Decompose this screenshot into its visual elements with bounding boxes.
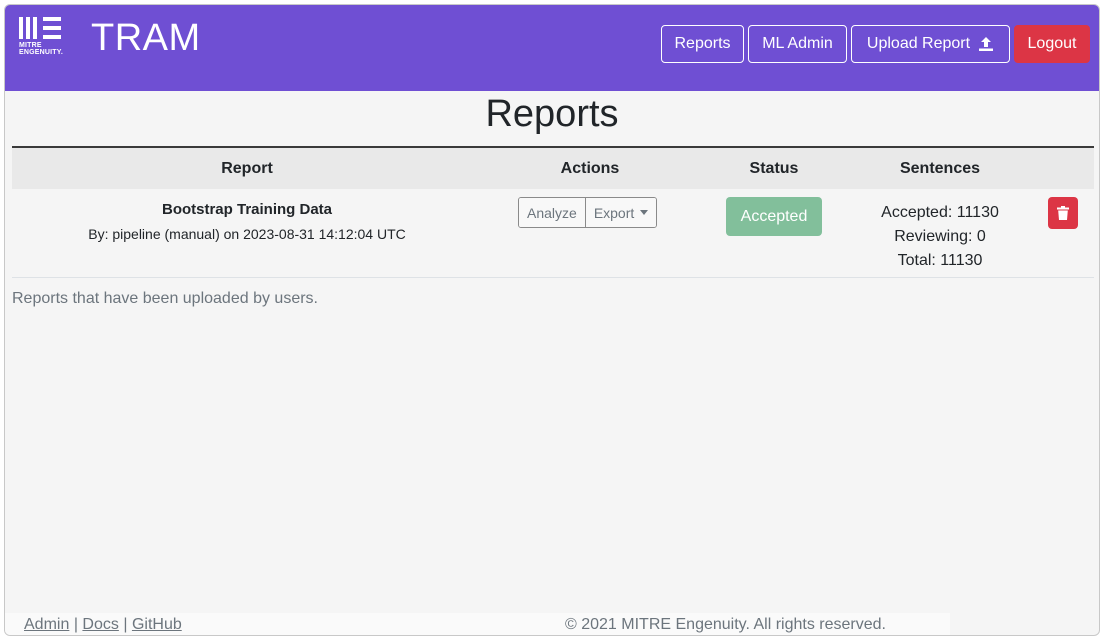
footer-separator: |	[73, 616, 78, 633]
header-report: Report	[221, 160, 273, 177]
mitre-engenuity-logo[interactable]: MITRE ENGENUITY.	[19, 17, 75, 63]
analyze-button[interactable]: Analyze	[519, 198, 585, 227]
footer-github-link[interactable]: GitHub	[132, 616, 182, 633]
analyze-label: Analyze	[527, 204, 577, 221]
report-meta: By: pipeline (manual) on 2023-08-31 14:1…	[88, 226, 406, 242]
table-header: Report Actions Status Sentences	[12, 146, 1094, 189]
logo-text-line1: MITRE	[19, 42, 42, 49]
copyright-text: © 2021 MITRE Engenuity. All rights reser…	[565, 616, 886, 633]
upload-icon	[979, 37, 994, 51]
total-count: Total: 11130	[897, 252, 983, 269]
page-title: Reports	[485, 93, 619, 135]
logout-button[interactable]: Logout	[1014, 25, 1090, 63]
logout-label: Logout	[1027, 35, 1077, 52]
ml-admin-nav-label: ML Admin	[762, 35, 833, 52]
reports-nav-button[interactable]: Reports	[661, 25, 744, 63]
logo-mark	[19, 17, 75, 39]
header-sentences: Sentences	[899, 160, 981, 177]
navbar: MITRE ENGENUITY. TRAM Reports ML Admin U…	[5, 5, 1099, 91]
table-row: Bootstrap Training Data By: pipeline (ma…	[12, 189, 1094, 278]
upload-report-label: Upload Report	[866, 35, 971, 52]
footer-docs-link[interactable]: Docs	[82, 616, 118, 633]
logo-text-line2: ENGENUITY.	[19, 49, 64, 56]
reviewing-count: Reviewing: 0	[894, 228, 986, 245]
upload-report-button[interactable]: Upload Report	[851, 25, 1010, 63]
export-dropdown-button[interactable]: Export	[584, 198, 657, 227]
footer-separator: |	[123, 616, 128, 633]
ml-admin-nav-button[interactable]: ML Admin	[748, 25, 847, 63]
reports-nav-label: Reports	[674, 35, 731, 52]
trash-icon	[1057, 206, 1069, 220]
footer-links: Admin | Docs | GitHub	[24, 616, 182, 634]
actions-button-group: Analyze Export	[518, 197, 658, 228]
status-badge: Accepted	[726, 197, 822, 236]
app-window: MITRE ENGENUITY. TRAM Reports ML Admin U…	[4, 4, 1100, 636]
sentence-counts: Accepted: 11130 Reviewing: 0 Total: 1113…	[860, 201, 1020, 273]
report-name[interactable]: Bootstrap Training Data	[12, 201, 482, 218]
footer-admin-link[interactable]: Admin	[24, 616, 69, 633]
header-actions: Actions	[560, 160, 620, 177]
accepted-count: Accepted: 11130	[881, 204, 999, 221]
app-title[interactable]: TRAM	[91, 17, 201, 60]
caret-down-icon	[640, 210, 649, 215]
reports-table: Report Actions Status Sentences Bootstra…	[12, 146, 1094, 278]
table-caption: Reports that have been uploaded by users…	[12, 290, 318, 307]
header-status: Status	[749, 160, 799, 177]
footer: Admin | Docs | GitHub © 2021 MITRE Engen…	[5, 613, 950, 635]
export-label: Export	[593, 204, 635, 221]
delete-report-button[interactable]	[1048, 197, 1078, 229]
